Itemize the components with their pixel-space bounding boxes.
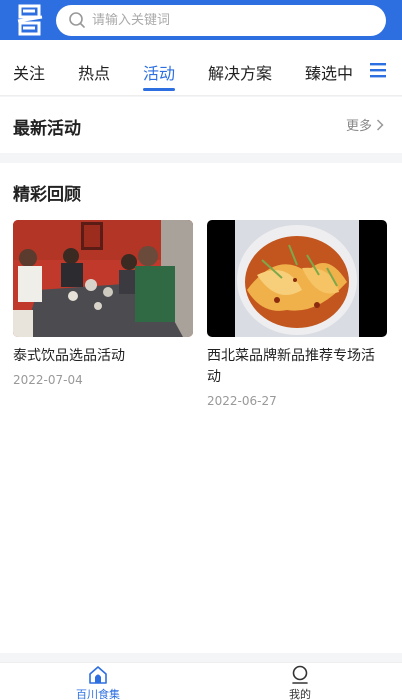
activity-title: 西北菜品牌新品推荐专场活动 <box>207 348 375 385</box>
tab-follow[interactable]: 关注 <box>13 60 45 84</box>
tab-activity[interactable]: 活动 <box>143 60 175 84</box>
latest-title: 最新活动 <box>13 119 81 139</box>
nav-profile-label: 我的 <box>289 688 311 700</box>
nav-profile[interactable]: 我的 <box>270 665 330 700</box>
more-label: 更多 <box>345 119 372 134</box>
bottom-nav: 百川食集 我的 <box>0 662 402 700</box>
nav-home[interactable]: 百川食集 <box>68 665 128 700</box>
menu-icon[interactable] <box>370 62 386 78</box>
activity-card[interactable]: 泰式饮品选品活动 2022-07-04 <box>13 220 193 387</box>
active-tab-indicator <box>143 88 175 91</box>
home-icon <box>89 666 107 684</box>
activity-card[interactable]: 西北菜品牌新品推荐专场活动 2022-06-27 <box>207 220 387 408</box>
latest-section: 最新活动 更多 <box>0 97 402 153</box>
tab-hot[interactable]: 热点 <box>78 60 110 84</box>
tab-selected[interactable]: 臻选中 <box>305 60 353 84</box>
user-icon <box>292 665 308 684</box>
category-tabs: 关注 热点 活动 解决方案 臻选中 <box>0 40 402 96</box>
activity-photo-dish[interactable] <box>207 220 387 337</box>
search-box[interactable] <box>56 4 386 36</box>
review-title: 精彩回顾 <box>13 185 81 205</box>
nav-home-label: 百川食集 <box>76 688 120 700</box>
search-input[interactable] <box>92 12 372 28</box>
app-logo-icon[interactable] <box>12 2 48 38</box>
activity-photo-meeting[interactable] <box>13 220 193 337</box>
activity-date: 2022-07-04 <box>13 373 83 387</box>
top-bar <box>0 0 402 40</box>
search-icon <box>69 12 85 28</box>
review-section: 精彩回顾 泰式饮品选品活动 2022-07-04 西北菜品牌新品推荐专场活动 2… <box>0 163 402 653</box>
tab-solutions[interactable]: 解决方案 <box>208 60 272 84</box>
more-link[interactable]: 更多 <box>346 115 384 134</box>
activity-title: 泰式饮品选品活动 <box>13 348 125 364</box>
activity-date: 2022-06-27 <box>207 394 277 408</box>
chevron-right-icon <box>376 118 384 131</box>
